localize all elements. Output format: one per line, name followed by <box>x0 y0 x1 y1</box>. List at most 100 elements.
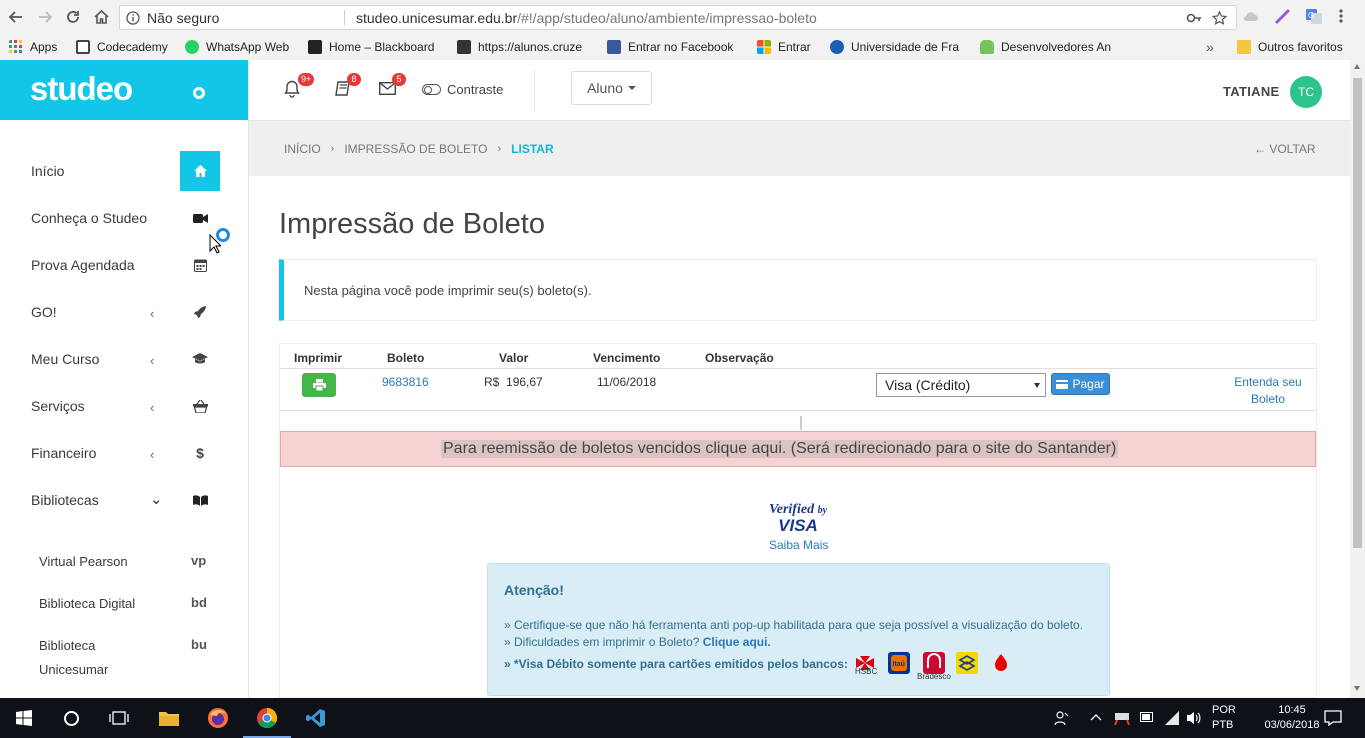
home-icon <box>180 151 220 191</box>
reload-icon <box>67 11 79 23</box>
clock[interactable]: 10:45 03/06/2018 <box>1262 703 1322 733</box>
notifications-center-icon[interactable] <box>1324 710 1342 726</box>
breadcrumb-home[interactable]: INÍCIO <box>284 142 321 156</box>
more-vertical-icon[interactable] <box>1339 8 1343 24</box>
bookmark-label: Outros favoritos <box>1258 40 1343 54</box>
chrome-button[interactable] <box>243 698 291 738</box>
sidebar-item-conheca[interactable]: Conheça o Studeo <box>0 198 248 238</box>
contrast-toggle[interactable]: Contraste <box>422 82 503 97</box>
task-view-icon <box>109 711 129 725</box>
topbar: 9+ 8 5 Contraste Aluno TATIANE TC <box>249 60 1350 121</box>
library-item-biblioteca-unicesumar[interactable]: Biblioteca Unicesumar bu <box>0 634 248 682</box>
volume-icon[interactable] <box>1186 710 1202 726</box>
bookmarks-bar: Apps Codecademy WhatsApp Web Home – Blac… <box>0 34 1365 60</box>
graduation-cap-icon <box>180 339 220 379</box>
url-text[interactable]: studeo.unicesumar.edu.br/#!/app/studeo/a… <box>356 10 817 26</box>
star-bookmark-icon[interactable] <box>1212 11 1227 25</box>
user-name[interactable]: TATIANE <box>1223 84 1280 99</box>
chevron-left-icon: ‹ <box>150 400 155 415</box>
task-view-button[interactable] <box>95 698 143 738</box>
understand-boleto-link[interactable]: Entenda seu Boleto <box>1228 374 1308 408</box>
pay-button[interactable]: Pagar <box>1051 373 1110 395</box>
sidebar-toggle-icon[interactable] <box>193 87 205 99</box>
avatar[interactable]: TC <box>1290 76 1322 108</box>
page-title: Impressão de Boleto <box>279 208 545 240</box>
sidebar-item-servicos[interactable]: Serviços ‹ <box>0 386 248 426</box>
help-click-here-link[interactable]: Clique aqui. <box>703 635 771 649</box>
scroll-down-arrow-icon[interactable] <box>1354 686 1360 691</box>
sidebar: studeo Início Conheça o Studeo Prova Age… <box>0 60 249 698</box>
bell-icon[interactable] <box>284 80 300 98</box>
bookmark-cruzeiro[interactable]: https://alunos.cruze <box>457 38 582 56</box>
scroll-up-arrow-icon[interactable] <box>1354 64 1360 69</box>
notifications-badge: 9+ <box>298 73 315 86</box>
print-button[interactable] <box>302 373 336 397</box>
forward-arrow-icon <box>39 11 53 23</box>
role-dropdown[interactable]: Aluno <box>571 71 652 105</box>
sidebar-item-inicio[interactable]: Início <box>0 151 248 191</box>
chevron-up-icon[interactable] <box>1090 713 1102 721</box>
forward-button[interactable] <box>34 6 56 28</box>
santander-reissue-link[interactable]: Para reemissão de boletos vencidos cliqu… <box>441 440 1119 458</box>
library-item-biblioteca-digital[interactable]: Biblioteca Digital bd <box>0 592 248 616</box>
bookmark-label: Entrar no Facebook <box>628 40 734 54</box>
resize-handle[interactable] <box>800 416 802 430</box>
bookmark-blackboard[interactable]: Home – Blackboard <box>308 38 434 56</box>
sidebar-item-bibliotecas[interactable]: Bibliotecas ⌄ <box>0 480 248 520</box>
page-scrollbar[interactable] <box>1350 60 1365 698</box>
info-circle-icon[interactable] <box>126 11 140 25</box>
vscode-button[interactable] <box>292 698 340 738</box>
key-icon[interactable] <box>1186 11 1202 25</box>
firefox-button[interactable] <box>194 698 242 738</box>
reload-button[interactable] <box>62 6 84 28</box>
microsoft-icon <box>757 40 771 54</box>
bookmark-android[interactable]: Desenvolvedores An <box>980 38 1111 56</box>
sidebar-item-go[interactable]: GO! ‹ <box>0 292 248 332</box>
cortana-button[interactable] <box>47 698 95 738</box>
bookmark-apps[interactable]: Apps <box>9 38 57 56</box>
verified-by-visa-logo[interactable]: Verified by VISA <box>762 503 834 535</box>
saiba-mais-link[interactable]: Saiba Mais <box>769 538 828 552</box>
translate-extension-icon[interactable]: G <box>1305 8 1323 25</box>
bookmark-label: Desenvolvedores An <box>1001 40 1112 54</box>
bookmark-codecademy[interactable]: Codecademy <box>76 38 168 56</box>
address-row: Não seguro studeo.unicesumar.edu.br/#!/a… <box>0 0 1365 34</box>
payment-method-select[interactable]: Visa (Crédito) <box>876 373 1046 397</box>
network-share-icon[interactable] <box>1114 710 1130 726</box>
start-button[interactable] <box>0 698 48 738</box>
back-link[interactable]: ← VOLTAR <box>1254 142 1316 156</box>
bookmark-facebook[interactable]: Entrar no Facebook <box>607 38 733 56</box>
cloud-extension-icon[interactable] <box>1242 8 1259 25</box>
breadcrumb-section[interactable]: IMPRESSÃO DE BOLETO <box>344 142 487 156</box>
bookmark-university[interactable]: Universidade de Fra <box>830 38 959 56</box>
pen-extension-icon[interactable] <box>1274 8 1291 25</box>
battery-icon[interactable] <box>1140 712 1154 722</box>
back-button[interactable] <box>5 6 27 28</box>
bookmarks-overflow-button[interactable]: » <box>1206 38 1214 56</box>
sidebar-item-meu-curso[interactable]: Meu Curso ‹ <box>0 339 248 379</box>
apps-grid-icon <box>9 40 22 53</box>
address-bar[interactable]: Não seguro studeo.unicesumar.edu.br/#!/a… <box>119 5 1237 30</box>
chevron-down-icon: ⌄ <box>150 491 163 508</box>
library-item-virtual-pearson[interactable]: Virtual Pearson vp <box>0 550 248 574</box>
bookmark-whatsapp[interactable]: WhatsApp Web <box>185 38 289 56</box>
library-label: Biblioteca Digital <box>39 596 136 611</box>
home-button[interactable] <box>90 6 112 28</box>
whatsapp-icon <box>185 40 199 54</box>
book-icon <box>180 480 220 520</box>
studeo-logo[interactable]: studeo <box>30 70 133 108</box>
people-icon[interactable] <box>1054 710 1070 726</box>
wifi-icon[interactable] <box>1164 710 1180 726</box>
bookmark-other-folder[interactable]: Outros favoritos <box>1237 38 1343 56</box>
boleto-number-link[interactable]: 9683816 <box>382 375 429 389</box>
file-explorer-button[interactable] <box>145 698 193 738</box>
breadcrumb-current: LISTAR <box>511 142 554 156</box>
santander-reissue-banner[interactable]: Para reemissão de boletos vencidos cliqu… <box>280 431 1316 467</box>
bookmark-microsoft[interactable]: Entrar <box>757 38 811 56</box>
scrollbar-thumb[interactable] <box>1353 78 1362 548</box>
browser-chrome: Não seguro studeo.unicesumar.edu.br/#!/a… <box>0 0 1365 60</box>
bookmark-label: Entrar <box>778 40 811 54</box>
sidebar-item-financeiro[interactable]: Financeiro ‹ $ <box>0 433 248 473</box>
language-indicator[interactable]: POR PTB <box>1212 703 1236 733</box>
dropdown-arrow-icon <box>1034 383 1040 388</box>
